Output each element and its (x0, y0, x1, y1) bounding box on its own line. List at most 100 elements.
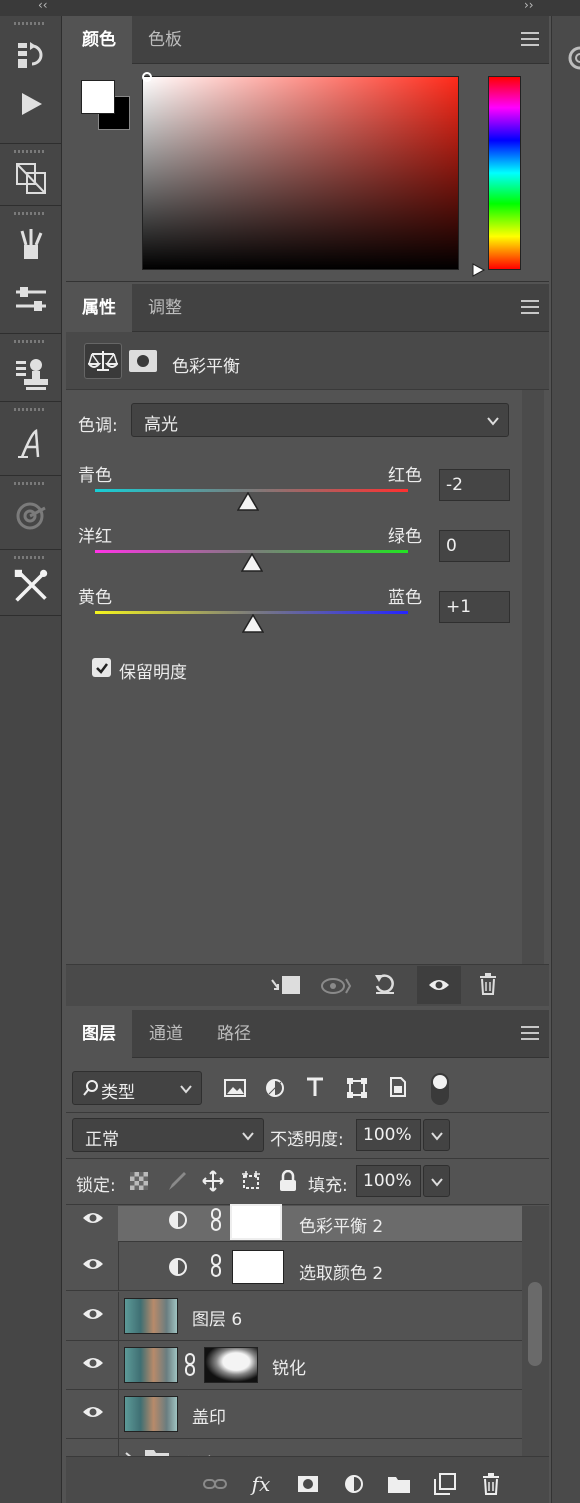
filter-adjustment-icon[interactable] (265, 1078, 285, 1102)
layer-mask-thumbnail[interactable] (204, 1347, 258, 1383)
toolbar-grip[interactable] (14, 212, 46, 215)
lock-position-icon[interactable] (202, 1170, 224, 1196)
hue-slider-handle-icon[interactable] (472, 262, 486, 281)
toolbar-grip[interactable] (14, 340, 46, 343)
cyan-red-input[interactable]: -2 (439, 469, 510, 501)
chain-link-icon[interactable] (209, 1208, 223, 1236)
layer-mask-thumbnail[interactable] (230, 1204, 282, 1240)
blend-mode-dropdown[interactable]: 正常 (72, 1118, 264, 1152)
color-picker-field[interactable] (142, 76, 459, 270)
expand-right-icon[interactable]: ›› (524, 0, 534, 12)
layer-thumbnail[interactable] (124, 1396, 178, 1432)
opacity-dropdown[interactable] (423, 1119, 450, 1151)
view-previous-state-icon[interactable] (320, 975, 352, 1001)
eye-icon[interactable] (82, 1256, 104, 1276)
foreground-color-swatch[interactable] (81, 80, 115, 114)
layer-row[interactable]: 盖印 (66, 1390, 522, 1439)
lock-image-pixels-icon[interactable] (166, 1170, 188, 1196)
toggle-visibility-button[interactable] (417, 966, 461, 1004)
fill-dropdown[interactable] (423, 1165, 450, 1197)
lock-transparent-pixels-icon[interactable] (130, 1172, 148, 1190)
play-action-icon[interactable] (13, 86, 49, 122)
new-adjustment-layer-icon[interactable] (341, 1472, 367, 1496)
layer-mask-thumbnail[interactable] (232, 1250, 284, 1284)
layer-thumbnail[interactable] (124, 1347, 178, 1383)
eye-icon[interactable] (82, 1453, 104, 1456)
eye-icon[interactable] (82, 1210, 104, 1230)
yellow-blue-input[interactable]: +1 (439, 591, 510, 623)
new-group-folder-icon[interactable] (386, 1472, 412, 1496)
cyan-red-slider-thumb[interactable] (237, 491, 260, 516)
balance-scale-icon[interactable] (84, 343, 122, 379)
crossed-tools-icon[interactable] (13, 568, 49, 604)
clone-stamp-icon[interactable] (13, 356, 49, 392)
layer-name: 盖印 (192, 1408, 226, 1428)
delete-adjustment-icon[interactable] (478, 973, 498, 999)
layer-row[interactable]: 调色 (66, 1439, 522, 1456)
tab-adjustments[interactable]: 调整 (132, 284, 198, 332)
character-style-icon[interactable] (13, 426, 49, 462)
toolbar-grip[interactable] (14, 408, 46, 411)
brush-presets-icon[interactable] (13, 226, 49, 262)
color-picker-cursor[interactable] (142, 72, 152, 82)
history-brush-icon[interactable] (13, 38, 49, 74)
tab-color[interactable]: 颜色 (66, 16, 132, 64)
new-layer-icon[interactable] (432, 1472, 458, 1496)
layer-row[interactable]: 图层 6 (66, 1292, 522, 1341)
fill-input[interactable]: 100% (356, 1165, 421, 1197)
magenta-green-slider-thumb[interactable] (240, 552, 263, 577)
tab-channels[interactable]: 通道 (132, 1010, 200, 1058)
clip-to-layer-icon[interactable] (270, 974, 302, 1000)
layers-scrollbar-thumb[interactable] (528, 1282, 542, 1366)
tone-dropdown[interactable]: 高光 (131, 403, 509, 437)
layer-row[interactable]: 色彩平衡 2 (66, 1204, 522, 1242)
toolbar-grip[interactable] (14, 22, 46, 25)
eye-icon[interactable] (82, 1306, 104, 1326)
layer-mask-icon[interactable] (129, 350, 157, 372)
tab-paths[interactable]: 路径 (200, 1010, 268, 1058)
opacity-label: 不透明度: (270, 1130, 344, 1150)
filter-type-icon[interactable] (305, 1076, 325, 1102)
filter-toggle-switch[interactable] (431, 1073, 449, 1105)
add-mask-icon[interactable] (295, 1472, 321, 1496)
toolbar-grip[interactable] (14, 150, 46, 153)
layer-row[interactable]: 选取颜色 2 (66, 1242, 522, 1291)
opacity-input[interactable]: 100% (356, 1119, 421, 1151)
filter-smart-object-icon[interactable] (388, 1076, 408, 1102)
adjustment-title: 色彩平衡 (172, 357, 240, 377)
properties-scrollbar[interactable] (522, 390, 544, 964)
hue-slider[interactable] (488, 76, 521, 270)
3d-transform-icon[interactable] (13, 160, 49, 196)
panel-menu-icon[interactable] (521, 32, 539, 46)
target-icon[interactable] (13, 498, 49, 534)
chain-link-icon[interactable] (183, 1353, 197, 1381)
eye-icon[interactable] (82, 1355, 104, 1375)
chain-link-icon[interactable] (209, 1254, 223, 1282)
layer-row[interactable]: 锐化 (66, 1341, 522, 1390)
tab-swatches[interactable]: 色板 (132, 16, 198, 64)
collapse-left-icon[interactable]: ‹‹ (38, 0, 48, 12)
adjust-sliders-icon[interactable] (13, 282, 49, 318)
link-layers-icon[interactable] (202, 1472, 228, 1496)
reset-icon[interactable] (373, 972, 397, 1000)
panel-menu-icon[interactable] (521, 1026, 539, 1040)
lock-artboard-icon[interactable] (240, 1170, 262, 1196)
panel-menu-icon[interactable] (521, 300, 539, 314)
toolbar-grip[interactable] (14, 482, 46, 485)
lock-all-icon[interactable] (279, 1169, 297, 1196)
layer-thumbnail[interactable] (124, 1298, 178, 1334)
filter-shape-icon[interactable] (346, 1077, 368, 1103)
partial-panel-icon[interactable] (566, 46, 580, 70)
layer-style-fx-icon[interactable]: fx (248, 1472, 274, 1496)
delete-layer-icon[interactable] (478, 1472, 504, 1496)
magenta-green-input[interactable]: 0 (439, 530, 510, 562)
preserve-luminosity-checkbox[interactable] (92, 658, 111, 677)
yellow-blue-slider-thumb[interactable] (241, 613, 265, 638)
toolbar-grip[interactable] (14, 556, 46, 559)
filter-pixel-icon[interactable] (224, 1078, 246, 1102)
tab-properties[interactable]: 属性 (66, 284, 132, 332)
chevron-right-icon[interactable] (124, 1449, 134, 1456)
tab-layers[interactable]: 图层 (66, 1010, 132, 1058)
eye-icon[interactable] (82, 1404, 104, 1424)
layer-filter-dropdown[interactable]: 类型 (72, 1071, 202, 1105)
